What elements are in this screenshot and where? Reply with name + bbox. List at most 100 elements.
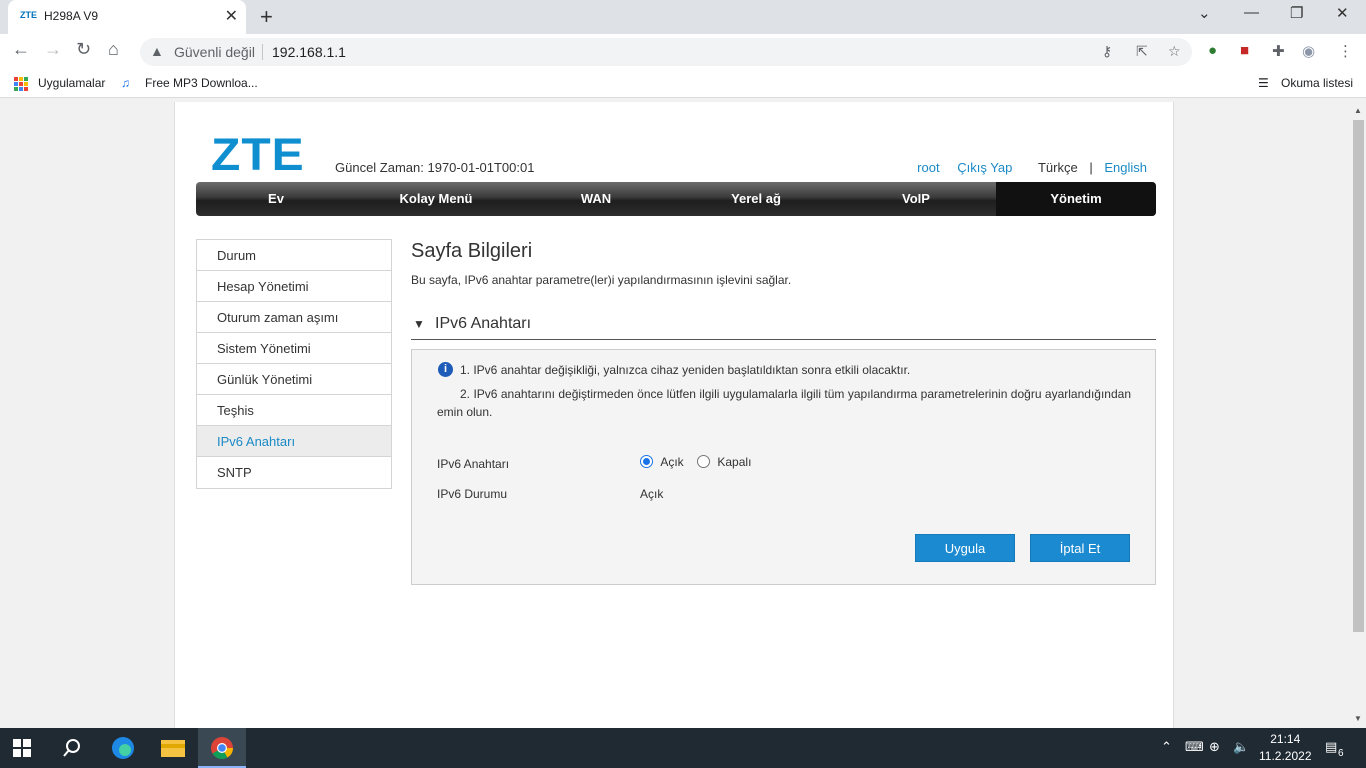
network-globe-icon[interactable]: ⊕ bbox=[1209, 739, 1220, 755]
cancel-button[interactable]: İptal Et bbox=[1030, 534, 1130, 562]
url-text[interactable]: 192.168.1.1 bbox=[272, 44, 346, 60]
user-link[interactable]: root bbox=[917, 160, 939, 175]
share-icon[interactable]: ⇱ bbox=[1136, 43, 1148, 60]
reading-list-label[interactable]: Okuma listesi bbox=[1281, 76, 1353, 90]
menu-kebab-icon[interactable]: ⋮ bbox=[1338, 42, 1353, 60]
collapse-triangle-icon[interactable]: ▼ bbox=[413, 317, 425, 331]
page-viewport: ZTE Güncel Zaman: 1970-01-01T00:01 root … bbox=[0, 102, 1350, 728]
settings-box: i 1. IPv6 anahtar değişikliği, yalnızca … bbox=[411, 349, 1156, 585]
browser-toolbar: ← → ↻ ⌂ ▲ Güvenli değil 192.168.1.1 ⚷ ⇱ … bbox=[0, 34, 1366, 70]
ipv6-switch-options: Açık Kapalı bbox=[640, 455, 751, 469]
restore-icon[interactable]: ❐ bbox=[1290, 4, 1303, 22]
warning-icon[interactable]: ▲ bbox=[150, 43, 164, 59]
sidebar-item-sntp[interactable]: SNTP bbox=[197, 457, 391, 488]
nav-ev[interactable]: Ev bbox=[196, 182, 356, 216]
ipv6-status-value: Açık bbox=[640, 487, 664, 501]
chrome-icon[interactable] bbox=[209, 736, 235, 760]
top-links: root Çıkış Yap Türkçe | English bbox=[903, 160, 1147, 175]
sidebar-item-ipv6-anahtari[interactable]: IPv6 Anahtarı bbox=[197, 426, 391, 457]
key-icon[interactable]: ⚷ bbox=[1102, 43, 1112, 60]
page-title: Sayfa Bilgileri bbox=[411, 240, 533, 262]
file-explorer-icon[interactable] bbox=[160, 736, 186, 760]
radio-on-label[interactable]: Açık bbox=[660, 455, 683, 469]
bookmark-apps[interactable]: Uygulamalar bbox=[38, 76, 105, 90]
close-tab-icon[interactable]: ✕ bbox=[225, 6, 238, 26]
scroll-thumb[interactable] bbox=[1353, 120, 1364, 632]
nav-wan[interactable]: WAN bbox=[516, 182, 676, 216]
clock-date: 11.2.2022 bbox=[1259, 749, 1312, 763]
current-time: Güncel Zaman: 1970-01-01T00:01 bbox=[335, 160, 535, 175]
nav-kolay-menu[interactable]: Kolay Menü bbox=[356, 182, 516, 216]
nav-yerel-ag[interactable]: Yerel ağ bbox=[676, 182, 836, 216]
tab-search-icon[interactable]: ⌄ bbox=[1198, 4, 1211, 22]
sidebar-item-oturum-zaman-asimi[interactable]: Oturum zaman aşımı bbox=[197, 302, 391, 333]
reload-icon[interactable]: ↻ bbox=[76, 39, 91, 60]
zte-favicon-icon: ZTE bbox=[20, 10, 37, 20]
lang-separator: | bbox=[1089, 160, 1093, 175]
windows-start-icon[interactable] bbox=[12, 738, 32, 758]
profile-avatar-icon[interactable]: ◉ bbox=[1302, 42, 1315, 60]
browser-tabbar: ZTE H298A V9 ✕ + ⌄ — ❐ ✕ bbox=[0, 0, 1366, 34]
scroll-up-icon[interactable]: ▲ bbox=[1354, 106, 1362, 115]
edge-browser-icon[interactable] bbox=[110, 736, 136, 760]
omnibox-divider bbox=[262, 44, 263, 60]
clock-time: 21:14 bbox=[1270, 732, 1301, 746]
nav-yonetim[interactable]: Yönetim bbox=[996, 182, 1156, 216]
home-icon[interactable]: ⌂ bbox=[108, 39, 119, 60]
radio-off[interactable] bbox=[697, 455, 711, 468]
radio-on[interactable] bbox=[640, 455, 653, 468]
search-icon[interactable] bbox=[62, 738, 82, 758]
section-title: IPv6 Anahtarı bbox=[435, 315, 532, 332]
page-description: Bu sayfa, IPv6 anahtar parametre(ler)i y… bbox=[411, 273, 792, 287]
back-icon[interactable]: ← bbox=[12, 39, 30, 60]
taskbar-clock[interactable]: 21:14 11.2.2022 bbox=[1259, 731, 1312, 765]
bookmarks-bar: Uygulamalar ♫ Free MP3 Downloa... ☰ Okum… bbox=[0, 70, 1366, 98]
close-window-icon[interactable]: ✕ bbox=[1336, 4, 1349, 22]
logout-link[interactable]: Çıkış Yap bbox=[957, 160, 1012, 175]
sidebar-item-gunluk-yonetimi[interactable]: Günlük Yönetimi bbox=[197, 364, 391, 395]
router-page: ZTE Güncel Zaman: 1970-01-01T00:01 root … bbox=[174, 102, 1174, 728]
notification-count: 6 bbox=[1338, 748, 1344, 759]
bookmark-free-mp3[interactable]: Free MP3 Downloa... bbox=[145, 76, 258, 90]
tray-chevron-icon[interactable]: ⌃ bbox=[1161, 739, 1172, 755]
address-bar[interactable]: ▲ Güvenli değil 192.168.1.1 ⚷ ⇱ ☆ bbox=[140, 38, 1192, 66]
sidebar-item-durum[interactable]: Durum bbox=[197, 240, 391, 271]
note-2: 2. IPv6 anahtarını değiştirmeden önce lü… bbox=[437, 387, 1131, 419]
sidebar-item-hesap-yonetimi[interactable]: Hesap Yönetimi bbox=[197, 271, 391, 302]
info-icon: i bbox=[438, 362, 453, 377]
section-header[interactable]: ▼ IPv6 Anahtarı bbox=[411, 315, 1156, 340]
apps-grid-icon[interactable] bbox=[14, 77, 28, 91]
bookmark-star-icon[interactable]: ☆ bbox=[1168, 43, 1181, 60]
reading-list-icon[interactable]: ☰ bbox=[1258, 76, 1269, 90]
main-content: Sayfa Bilgileri Bu sayfa, IPv6 anahtar p… bbox=[411, 240, 1156, 585]
volume-icon[interactable]: 🔈 bbox=[1233, 739, 1249, 755]
radio-off-label[interactable]: Kapalı bbox=[717, 455, 751, 469]
scroll-down-icon[interactable]: ▼ bbox=[1354, 714, 1362, 723]
apply-button[interactable]: Uygula bbox=[915, 534, 1015, 562]
new-tab-icon[interactable]: + bbox=[260, 4, 273, 30]
music-note-icon[interactable]: ♫ bbox=[121, 76, 130, 90]
lang-english[interactable]: English bbox=[1104, 160, 1147, 175]
sidebar-item-teshis[interactable]: Teşhis bbox=[197, 395, 391, 426]
sidebar-item-sistem-yonetimi[interactable]: Sistem Yönetimi bbox=[197, 333, 391, 364]
page-scrollbar[interactable]: ▲ ▼ bbox=[1350, 102, 1366, 728]
input-method-icon[interactable]: ⌨ bbox=[1185, 739, 1204, 755]
nav-voip[interactable]: VoIP bbox=[836, 182, 996, 216]
minimize-icon[interactable]: — bbox=[1244, 4, 1259, 21]
pdf-extension-icon[interactable]: ■ bbox=[1240, 42, 1249, 59]
browser-tab[interactable]: ZTE H298A V9 ✕ bbox=[8, 0, 246, 34]
globe-extension-icon[interactable]: ● bbox=[1208, 42, 1217, 59]
forward-icon[interactable]: → bbox=[44, 39, 62, 60]
windows-taskbar: ⌃ ⌨ ⊕ 🔈 21:14 11.2.2022 ▤ 6 bbox=[0, 728, 1366, 768]
lang-turkish[interactable]: Türkçe bbox=[1038, 160, 1078, 175]
not-secure-label[interactable]: Güvenli değil bbox=[174, 44, 255, 60]
side-menu: Durum Hesap Yönetimi Oturum zaman aşımı … bbox=[196, 239, 392, 489]
extensions-puzzle-icon[interactable]: ✚ bbox=[1272, 42, 1285, 60]
zte-logo: ZTE bbox=[211, 130, 305, 181]
note-1: 1. IPv6 anahtar değişikliği, yalnızca ci… bbox=[460, 363, 911, 377]
tab-title: H298A V9 bbox=[44, 9, 99, 23]
ipv6-status-label: IPv6 Durumu bbox=[437, 487, 508, 501]
main-nav: Ev Kolay Menü WAN Yerel ağ VoIP Yönetim bbox=[196, 182, 1156, 216]
notification-center-icon[interactable]: ▤ bbox=[1325, 739, 1337, 755]
ipv6-switch-label: IPv6 Anahtarı bbox=[437, 457, 510, 471]
